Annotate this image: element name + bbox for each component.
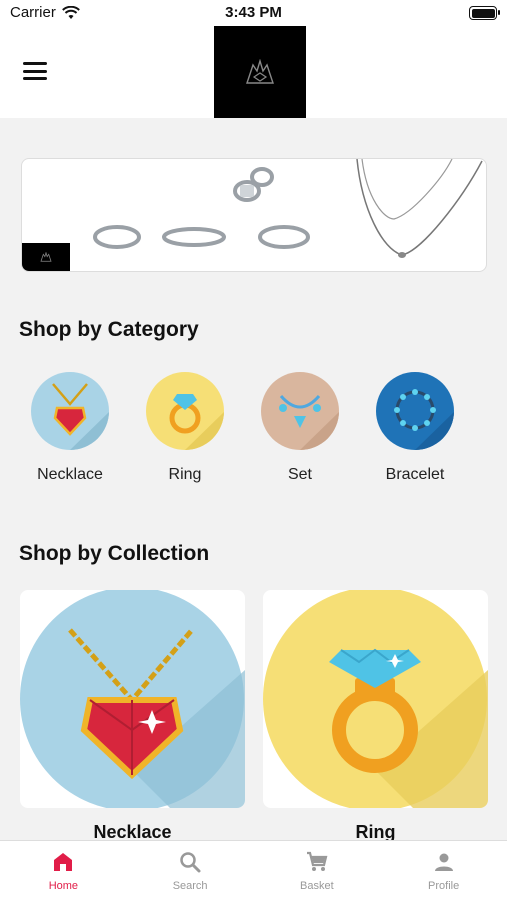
ring-icon [263,590,488,808]
wolf-logo-icon [40,252,52,262]
jewelry-banner-image [93,159,483,258]
ring-icon [146,372,224,450]
promo-banner[interactable] [21,158,487,272]
cart-icon [306,851,328,871]
menu-button[interactable] [23,62,47,80]
category-bracelet[interactable]: Bracelet [365,372,465,484]
category-section-title: Shop by Category [19,318,199,341]
search-icon [180,851,201,872]
app-header [0,26,507,118]
category-set[interactable]: Set [250,372,350,484]
category-list: Necklace Ring Set Bracelet [0,372,507,492]
clock: 3:43 PM [225,4,282,21]
jewelry-set-icon [261,372,339,450]
necklace-icon [31,372,109,450]
category-label: Necklace [37,466,103,483]
collection-section-title: Shop by Collection [19,542,210,565]
tab-home[interactable]: Home [0,841,127,900]
tab-label: Profile [428,879,460,892]
bottom-tab-bar: Home Search Basket Profile [0,840,507,900]
bracelet-icon [376,372,454,450]
tab-search[interactable]: Search [127,841,254,900]
tab-basket[interactable]: Basket [254,841,381,900]
tab-label: Home [48,879,79,892]
category-ring[interactable]: Ring [135,372,235,484]
category-label: Set [287,466,312,483]
wolf-logo-icon [246,59,274,84]
category-label: Ring [168,466,202,483]
necklace-icon [20,590,245,808]
category-label: Bracelet [385,466,445,483]
collection-card-ring[interactable] [263,590,488,808]
brand-logo[interactable] [214,26,306,118]
battery-icon [469,6,500,20]
status-bar: Carrier 3:43 PM [0,0,507,26]
category-necklace[interactable]: Necklace [20,372,120,484]
collection-card-necklace[interactable] [20,590,245,808]
home-icon [54,852,73,871]
menu-icon [23,62,47,65]
banner-logo [22,243,70,271]
tab-label: Basket [300,879,334,892]
tab-profile[interactable]: Profile [380,841,507,900]
person-icon [434,853,453,871]
tab-label: Search [172,879,208,892]
